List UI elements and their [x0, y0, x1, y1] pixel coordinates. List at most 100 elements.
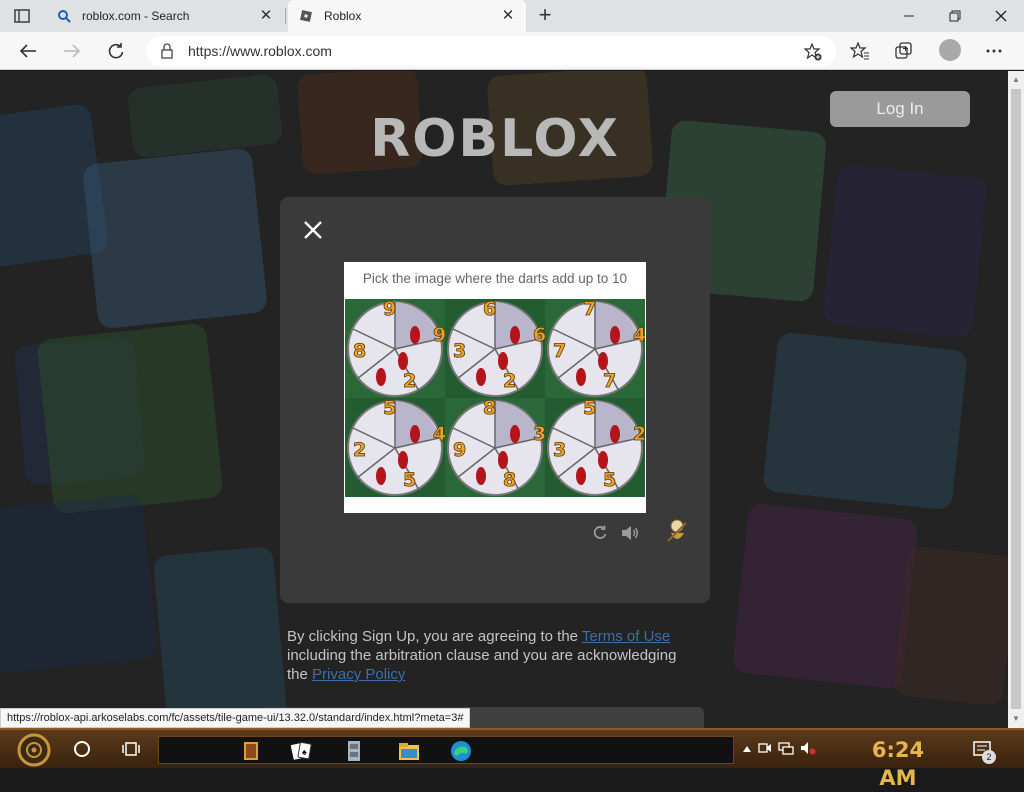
- file-cabinet-icon[interactable]: [342, 739, 366, 763]
- dartboard-image: 7747: [545, 298, 647, 398]
- lock-icon: [160, 43, 176, 59]
- close-icon[interactable]: [302, 219, 324, 241]
- dart: [610, 425, 620, 443]
- profile-avatar[interactable]: [939, 39, 961, 61]
- start-button[interactable]: [12, 732, 56, 768]
- dartboard-number: 3: [533, 423, 545, 445]
- minimize-button[interactable]: [886, 0, 932, 32]
- browser-tab-strip: roblox.com - Search ✕ Roblox ✕ +: [0, 0, 1024, 32]
- page-scrollbar[interactable]: ▲ ▼: [1008, 71, 1024, 728]
- pinned-apps-area: ♠: [158, 736, 734, 764]
- privacy-policy-link[interactable]: Privacy Policy: [312, 666, 405, 683]
- more-menu-icon[interactable]: [981, 38, 1007, 64]
- login-button[interactable]: Log In: [830, 91, 970, 127]
- dart: [410, 326, 420, 344]
- captcha-tile-3[interactable]: 7747: [545, 298, 647, 398]
- roblox-favicon-icon: [298, 8, 314, 24]
- logo-text: ROBLOX: [370, 109, 620, 169]
- dart: [476, 368, 486, 386]
- browser-toolbar: https://www.roblox.com: [0, 32, 1024, 70]
- captcha-tile-6[interactable]: 5325: [545, 397, 647, 497]
- close-window-button[interactable]: [978, 0, 1024, 32]
- refresh-button[interactable]: [103, 38, 129, 64]
- dart: [398, 352, 408, 370]
- add-favorite-icon[interactable]: [803, 42, 822, 61]
- dartboard-number: 8: [503, 469, 516, 491]
- edge-browser-icon[interactable]: [449, 739, 473, 763]
- taskbar-clock[interactable]: 6:24 AM: [850, 736, 946, 790]
- dartboard-number: 2: [353, 439, 366, 461]
- audio-challenge-icon[interactable]: [620, 524, 640, 542]
- collections-icon[interactable]: [891, 38, 917, 64]
- dart: [510, 326, 520, 344]
- terms-of-use-link[interactable]: Terms of Use: [582, 628, 670, 645]
- roblox-logo[interactable]: ROBLOX: [348, 109, 642, 169]
- dartboard-number: 2: [403, 370, 416, 392]
- search-icon: [56, 8, 72, 24]
- new-tab-button[interactable]: +: [533, 4, 557, 28]
- scroll-down-icon[interactable]: ▼: [1011, 713, 1021, 725]
- back-button[interactable]: [15, 38, 41, 64]
- dart: [476, 467, 486, 485]
- cortana-icon[interactable]: [72, 739, 92, 759]
- notification-count-badge: 2: [982, 750, 996, 764]
- dartboard-number: 8: [483, 398, 496, 419]
- meet-now-icon[interactable]: [758, 741, 772, 759]
- dart: [498, 352, 508, 370]
- show-hidden-icons[interactable]: [742, 741, 752, 759]
- terms-text: By clicking Sign Up, you are agreeing to…: [287, 627, 697, 684]
- captcha-tile-4[interactable]: 5245: [345, 397, 447, 497]
- captcha-tile-5[interactable]: 8938: [445, 397, 547, 497]
- dart: [410, 425, 420, 443]
- windows-taskbar: ♠ 6:24 AM 2: [0, 728, 1024, 790]
- dart: [376, 368, 386, 386]
- scrollbar-thumb[interactable]: [1011, 89, 1021, 709]
- dart: [610, 326, 620, 344]
- network-icon[interactable]: [778, 741, 794, 760]
- tab-title: roblox.com - Search: [82, 9, 190, 23]
- dartboard-image: 9892: [345, 298, 447, 398]
- restore-button[interactable]: [932, 0, 978, 32]
- captcha-tile-1[interactable]: 9892: [345, 298, 447, 398]
- dartboard-image: 5245: [345, 397, 447, 497]
- dartboard-number: 6: [483, 299, 496, 320]
- dartboard-image: 6362: [445, 298, 547, 398]
- captcha-challenge: Pick the image where the darts add up to…: [344, 262, 647, 513]
- file-explorer-icon[interactable]: [397, 739, 421, 763]
- reload-icon[interactable]: [592, 525, 608, 541]
- tab-actions-icon[interactable]: [12, 6, 32, 26]
- solitaire-icon[interactable]: ♠: [289, 739, 313, 763]
- dart: [598, 451, 608, 469]
- scroll-up-icon[interactable]: ▲: [1011, 74, 1021, 86]
- dartboard-number: 8: [353, 340, 366, 362]
- dartboard-number: 9: [433, 324, 445, 346]
- address-text: https://www.roblox.com: [188, 43, 332, 59]
- tab-title: Roblox: [324, 9, 362, 23]
- dart: [398, 451, 408, 469]
- favorites-icon[interactable]: [847, 38, 873, 64]
- address-bar[interactable]: https://www.roblox.com: [146, 36, 836, 66]
- app-icon[interactable]: [239, 739, 263, 763]
- dartboard-number: 5: [603, 469, 616, 491]
- tab-search[interactable]: roblox.com - Search ✕: [46, 0, 284, 32]
- tab-divider: [285, 8, 286, 24]
- volume-muted-icon[interactable]: [800, 741, 816, 760]
- dartboard-number: 4: [633, 324, 645, 346]
- terms-prefix: By clicking Sign Up, you are agreeing to…: [287, 628, 582, 645]
- system-tray: [742, 740, 842, 760]
- dartboard-number: 2: [633, 423, 645, 445]
- dartboard-number: 7: [603, 370, 616, 392]
- dartboard-number: 7: [583, 299, 596, 320]
- dart: [576, 368, 586, 386]
- close-tab-icon[interactable]: ✕: [500, 8, 516, 24]
- web-page: ROBLOX Log In Pick the image where the d…: [0, 71, 1008, 728]
- captcha-modal: Pick the image where the darts add up to…: [280, 197, 710, 603]
- arkose-mascot-icon: [660, 515, 694, 549]
- tab-roblox[interactable]: Roblox ✕: [288, 0, 526, 32]
- task-view-icon[interactable]: [121, 740, 141, 758]
- dartboard-number: 5: [403, 469, 416, 491]
- captcha-tile-2[interactable]: 6362: [445, 298, 547, 398]
- dartboard-number: 5: [583, 398, 596, 419]
- forward-button[interactable]: [59, 38, 85, 64]
- close-tab-icon[interactable]: ✕: [258, 8, 274, 24]
